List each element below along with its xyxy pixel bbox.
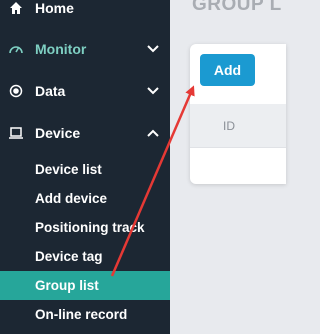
radio-dot-icon <box>8 83 24 99</box>
sidebar-item-label: Data <box>35 83 66 99</box>
sidebar-item-data[interactable]: Data <box>0 71 170 111</box>
sidebar-subitem-device-list[interactable]: Device list <box>0 155 170 184</box>
sidebar-item-monitor[interactable]: Monitor <box>0 29 170 69</box>
sidebar-subitem-device-tag[interactable]: Device tag <box>0 242 170 271</box>
sidebar-item-label: Home <box>35 0 74 16</box>
sidebar: Home Monitor Data Device Device list Add… <box>0 0 170 334</box>
sidebar-subitem-group-list[interactable]: Group list <box>0 271 170 300</box>
add-button[interactable]: Add <box>200 54 255 86</box>
sidebar-subitem-label: Group list <box>35 278 99 293</box>
sidebar-subitem-label: Device list <box>35 162 102 177</box>
chevron-down-icon <box>146 84 160 98</box>
laptop-icon <box>8 125 24 141</box>
main-content: GROUP L Add ID <box>170 0 286 334</box>
sidebar-subitem-label: On-line record <box>35 307 128 322</box>
chevron-down-icon <box>146 42 160 56</box>
group-list-card: Add ID <box>190 44 286 184</box>
home-icon <box>8 0 24 16</box>
sidebar-subitem-online-record[interactable]: On-line record <box>0 300 170 329</box>
gauge-icon <box>8 41 24 57</box>
sidebar-subitem-add-device[interactable]: Add device <box>0 184 170 213</box>
sidebar-item-label: Monitor <box>35 41 87 57</box>
sidebar-subitem-label: Device tag <box>35 249 103 264</box>
sidebar-subitem-label: Add device <box>35 191 108 206</box>
sidebar-item-home[interactable]: Home <box>0 0 170 28</box>
page-title: GROUP L <box>192 0 282 15</box>
sidebar-item-label: Device <box>35 125 81 141</box>
chevron-up-icon <box>146 126 160 140</box>
column-header-id[interactable]: ID <box>223 119 235 133</box>
sidebar-subitem-positioning-track[interactable]: Positioning track <box>0 213 170 242</box>
table-header: ID <box>190 104 286 148</box>
sidebar-subitem-label: Positioning track <box>35 220 145 235</box>
sidebar-item-device[interactable]: Device <box>0 113 170 153</box>
